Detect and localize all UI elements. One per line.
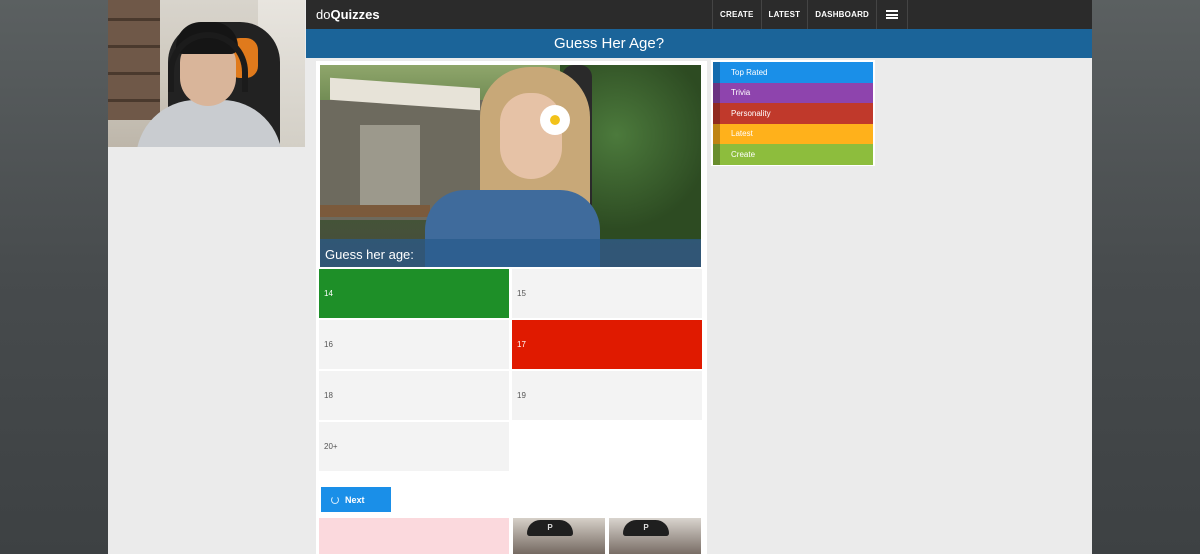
logo-prefix: do [316,7,331,22]
webcam-shelf [108,0,160,120]
answer-option-17[interactable]: 17 [512,320,702,369]
shelf-board [108,18,160,21]
photo-doorway [360,125,420,205]
webcam-overlay [108,0,305,147]
page-title: Guess Her Age? [553,35,665,52]
answer-option-20-plus[interactable]: 20+ [319,422,509,471]
site-logo[interactable]: doQuizzes [316,7,380,22]
answer-option-16[interactable]: 16 [319,320,509,369]
spinner-icon [331,495,339,504]
nav-dashboard-link[interactable]: DASHBOARD [807,0,876,29]
answer-option-14[interactable]: 14 [319,269,509,318]
shelf-board [108,45,160,48]
nav-latest-link[interactable]: LATEST [760,0,808,29]
question-caption: Guess her age: [325,247,414,262]
shelf-board [108,99,160,102]
photo-table [320,205,430,217]
category-menu: Top Rated Trivia Personality Latest Crea… [711,60,875,166]
category-latest[interactable]: Latest [713,123,873,144]
flower-icon [540,105,570,135]
background-right [1092,0,1200,554]
related-quiz-thumbnail[interactable]: P [609,518,701,554]
background-left [0,0,108,554]
category-top-rated[interactable]: Top Rated [713,62,873,83]
menu-button[interactable] [876,0,909,29]
cap-letter: P [547,523,553,532]
top-navbar: doQuizzes CREATE LATEST DASHBOARD [306,0,1092,29]
category-trivia[interactable]: Trivia [713,82,873,103]
category-personality[interactable]: Personality [713,103,873,124]
answer-option-19[interactable]: 19 [512,371,702,420]
next-button-label: Next [345,494,365,505]
category-create[interactable]: Create [713,144,873,165]
answer-grid: 14 15 16 17 18 19 20+ [319,269,703,471]
next-button[interactable]: Next [321,487,391,512]
quiz-card: Guess her age: 14 15 16 17 18 19 20+ Nex… [316,61,707,554]
hamburger-icon [886,10,899,19]
quiz-photo: Guess her age: [320,65,701,267]
answer-option-15[interactable]: 15 [512,269,702,318]
related-quiz-thumbnail[interactable]: P [513,518,605,554]
related-quiz-thumbnail[interactable] [319,518,509,554]
title-bar: Guess Her Age? [306,29,1092,58]
answer-option-18[interactable]: 18 [319,371,509,420]
shelf-board [108,72,160,75]
nav-menu: CREATE LATEST DASHBOARD [712,0,909,29]
logo-main: Quizzes [330,7,380,22]
nav-create-link[interactable]: CREATE [712,0,761,29]
cap-letter: P [643,523,649,532]
